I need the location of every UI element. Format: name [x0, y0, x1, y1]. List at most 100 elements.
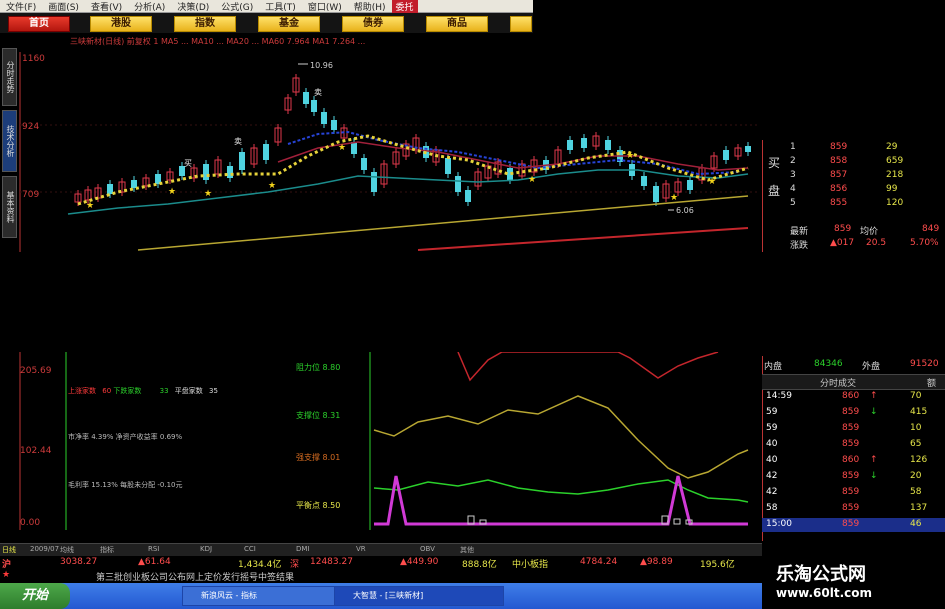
book-row[interactable]: 4 856 99: [762, 184, 945, 197]
tab-home-button[interactable]: 首页: [8, 16, 70, 32]
down-count: 33: [159, 387, 169, 395]
tick-volume: 65: [910, 439, 922, 449]
bottom-tab[interactable]: CCI: [244, 545, 256, 553]
tab-intraday[interactable]: 分时走势: [2, 48, 17, 106]
signal-star-icon: ★: [86, 201, 94, 211]
tick-volume: 20: [910, 471, 922, 481]
menu-trade[interactable]: 委托: [391, 0, 418, 13]
small-value[interactable]: 4784.24: [580, 557, 617, 567]
tab-hk-button[interactable]: 港股: [90, 16, 152, 32]
book-row[interactable]: 1 859 29: [762, 142, 945, 155]
tick-arrow-icon: ↑: [870, 455, 878, 465]
bottom-tab[interactable]: VR: [356, 545, 366, 553]
candle-body: [239, 152, 245, 170]
news-star-icon: ★: [2, 570, 11, 580]
outer-value: 91520: [910, 359, 939, 369]
tick-header-label: 分时成交: [820, 379, 857, 389]
bottom-tab[interactable]: 日线: [2, 545, 16, 555]
down-count-label: 下跌家数: [113, 387, 142, 395]
menu-view[interactable]: 查看(V): [85, 0, 128, 13]
news-text[interactable]: 第三批创业板公司公布网上定价发行摇号中签结果: [96, 570, 294, 583]
tab-commodity-button[interactable]: 商品: [426, 16, 488, 32]
tick-row[interactable]: 42 859 ↓ 20: [762, 470, 945, 484]
tab-bond-button[interactable]: 债券: [342, 16, 404, 32]
tick-time: 59: [766, 423, 778, 433]
book-volume: 29: [886, 142, 898, 152]
avg-label: 均价: [860, 227, 879, 237]
candle-body: [321, 112, 327, 124]
menu-help[interactable]: 帮助(H): [348, 0, 392, 13]
indicator-value: 8.50: [322, 501, 341, 510]
menu-screen[interactable]: 画面(S): [42, 0, 85, 13]
candle-body: [203, 164, 209, 180]
book-price: 859: [830, 142, 848, 152]
tab-more-button[interactable]: [510, 16, 532, 32]
tick-time: 58: [766, 503, 778, 513]
candle-body: [723, 150, 729, 160]
book-volume: 99: [886, 184, 898, 194]
start-button[interactable]: 开始: [0, 583, 70, 609]
news-ticker[interactable]: ★ 第三批创业板公司公布网上定价发行摇号中签结果: [0, 570, 762, 583]
bottom-tab[interactable]: KDJ: [200, 545, 212, 553]
tick-time: 42: [766, 471, 778, 481]
latest-value: 859: [834, 224, 852, 234]
sh-value[interactable]: 3038.27: [60, 557, 97, 567]
menu-bar: 文件(F) 画面(S) 查看(V) 分析(A) 决策(D) 公式(G) 工具(T…: [0, 0, 533, 13]
sh-amount: 1,434.4亿: [238, 560, 282, 570]
tick-time: 14:59: [766, 391, 792, 401]
tick-row[interactable]: 59 859 10: [762, 422, 945, 436]
tick-price: 860: [842, 455, 860, 465]
tick-time: 15:00: [766, 519, 792, 529]
bottom-tab[interactable]: RSI: [148, 545, 159, 553]
latest-label: 最新: [790, 227, 809, 237]
candlestick-chart[interactable]: 10.96 6.06 卖 卖 买 ★ ★ ★ ★ ★ ★ ★ ★ ★: [18, 52, 760, 252]
tab-index-button[interactable]: 指数: [174, 16, 236, 32]
candle-body: [351, 142, 357, 154]
book-row[interactable]: 5 855 120: [762, 198, 945, 211]
flat-count-label: 平盘家数: [174, 387, 203, 395]
bottom-tab[interactable]: 2009/07: [30, 545, 59, 553]
sh-change: ▲61.64: [138, 557, 171, 567]
small-change: ▲98.89: [640, 557, 673, 567]
bottom-tab[interactable]: 指标: [100, 545, 114, 555]
tab-technical[interactable]: 技术分析: [2, 110, 17, 172]
book-row[interactable]: 3 857 218: [762, 170, 945, 183]
sh-label: 沪: [2, 560, 12, 570]
bottom-tab[interactable]: OBV: [420, 545, 435, 553]
menu-formula[interactable]: 公式(G): [215, 0, 259, 13]
menu-analysis[interactable]: 分析(A): [128, 0, 171, 13]
tick-row[interactable]: 15:00 859 46: [762, 518, 945, 532]
indicator-label: 强支撑 8.01: [296, 452, 340, 463]
tick-row[interactable]: 42 859 58: [762, 486, 945, 500]
book-row[interactable]: 2 858 659: [762, 156, 945, 169]
support-curve: [373, 395, 749, 479]
tick-row[interactable]: 40 860 ↑ 126: [762, 454, 945, 468]
task-sina[interactable]: 新浪风云 - 指标: [182, 586, 338, 606]
tick-row[interactable]: 59 859 ↓ 415: [762, 406, 945, 420]
task-dzh[interactable]: 大智慧 - [三峡新材]: [334, 586, 504, 606]
candle-body: [581, 138, 587, 148]
sz-value[interactable]: 12483.27: [310, 557, 353, 567]
y-axis-label-mid: 924: [22, 122, 40, 132]
tick-row[interactable]: 58 859 137: [762, 502, 945, 516]
menu-tools[interactable]: 工具(T): [259, 0, 302, 13]
tick-row[interactable]: 14:59 860 ↑ 70: [762, 390, 945, 404]
toolbar: 首页 港股 指数 基金 债券 商品: [0, 13, 533, 33]
menu-file[interactable]: 文件(F): [0, 0, 42, 13]
tick-volume: 70: [910, 391, 922, 401]
tick-row[interactable]: 40 859 65: [762, 438, 945, 452]
inner-value: 84346: [814, 359, 843, 369]
tick-price: 859: [842, 407, 860, 417]
volume-bar-4: [673, 518, 681, 525]
tab-fund-button[interactable]: 基金: [258, 16, 320, 32]
menu-window[interactable]: 窗口(W): [302, 0, 348, 13]
menu-decision[interactable]: 决策(D): [171, 0, 215, 13]
market-breadth: 上涨家数 60 下跌家数 33 平盘家数 35: [68, 386, 218, 396]
book-volume: 120: [886, 198, 904, 208]
bottom-tab[interactable]: DMI: [296, 545, 310, 553]
bottom-tab[interactable]: 均线: [60, 545, 74, 555]
bottom-tab[interactable]: 其他: [460, 545, 474, 555]
tab-fundamental[interactable]: 基本资料: [2, 176, 17, 238]
taskbar: 开始 新浪风云 - 指标 大智慧 - [三峡新材]: [0, 583, 762, 609]
y-axis-label-top: 1160: [22, 54, 45, 64]
